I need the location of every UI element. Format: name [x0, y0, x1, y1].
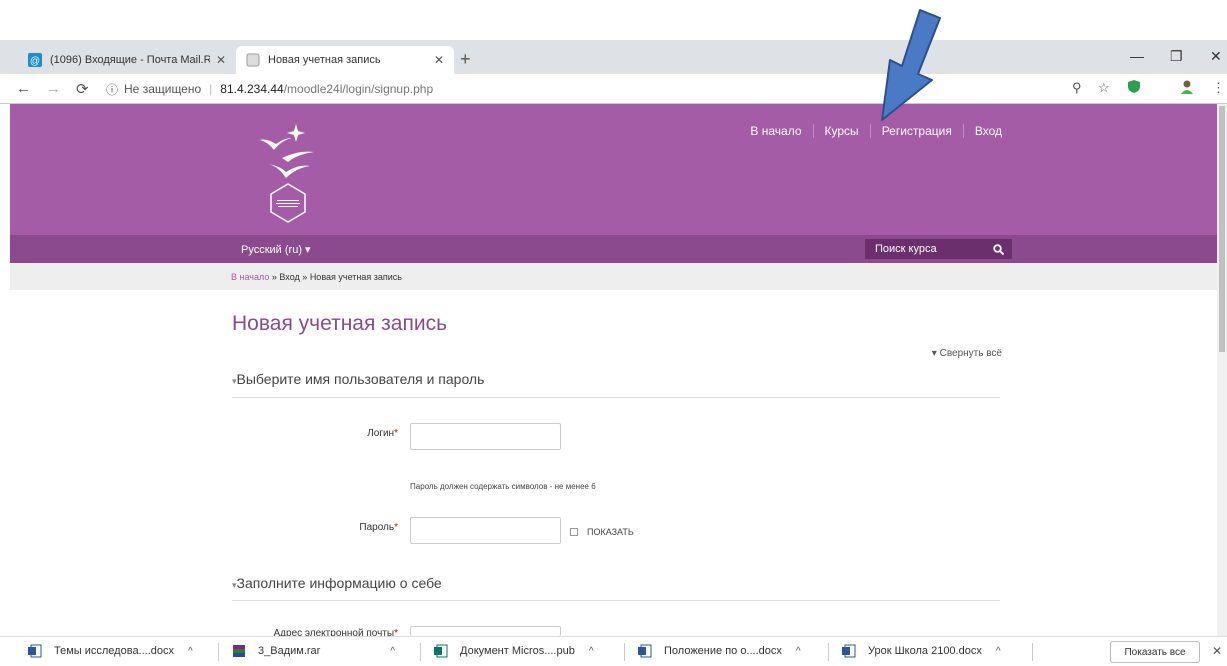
new-tab-button[interactable]: + — [460, 49, 471, 69]
download-item[interactable]: Темы исследова....docx ^ — [28, 644, 193, 658]
annotation-arrow-icon — [881, 9, 941, 121]
tab-mail[interactable]: @ (1096) Входящие - Почта Mail.R ✕ — [18, 46, 236, 74]
tab-title: Новая учетная запись — [268, 54, 381, 66]
download-item[interactable]: 3_Вадим.rar ^ — [232, 644, 395, 658]
download-divider — [624, 643, 625, 661]
breadcrumb-home[interactable]: В начало — [231, 272, 269, 282]
show-password-label: ПОКАЗАТЬ — [587, 527, 634, 537]
info-icon[interactable]: ⓘ — [106, 81, 118, 98]
download-filename: Положение по о....docx — [664, 645, 782, 657]
download-filename: Документ Micros....pub — [460, 645, 575, 657]
section-credentials-header[interactable]: ▾Выберите имя пользователя и пароль — [232, 371, 484, 387]
login-label: Логин* — [367, 428, 398, 439]
course-search-input[interactable]: Поиск курса — [865, 243, 984, 255]
site-logo — [260, 124, 314, 223]
section-profile-header[interactable]: ▾Заполните информацию о себе — [232, 575, 442, 591]
breadcrumb: В начало » Вход » Новая учетная запись — [10, 263, 1217, 290]
show-password-checkbox[interactable] — [570, 528, 578, 536]
section-divider — [232, 397, 1000, 398]
password-input[interactable] — [410, 517, 561, 544]
scrollbar-thumb[interactable] — [1219, 106, 1225, 352]
collapse-all-link[interactable]: ▾ Свернуть всё — [932, 348, 1002, 359]
restore-icon[interactable]: ❐ — [1170, 48, 1183, 65]
reload-icon[interactable]: ⟳ — [76, 80, 89, 98]
rar-archive-icon — [233, 645, 245, 657]
minimize-icon[interactable]: — — [1130, 48, 1144, 64]
chevron-up-icon[interactable]: ^ — [589, 646, 594, 657]
menu-courses[interactable]: Курсы — [825, 124, 859, 138]
bookmark-star-icon[interactable]: ☆ — [1098, 80, 1110, 96]
close-downloads-icon[interactable]: ✕ — [1212, 644, 1222, 658]
chevron-up-icon[interactable]: ^ — [996, 646, 1001, 657]
language-selector[interactable]: Русский (ru) ▾ — [241, 243, 311, 256]
page-scrollbar[interactable] — [1217, 104, 1227, 636]
section-title: Заполните информацию о себе — [236, 575, 442, 591]
word-doc-icon — [842, 644, 856, 658]
menu-login[interactable]: Вход — [975, 124, 1002, 138]
menu-divider — [812, 124, 814, 138]
download-filename: 3_Вадим.rar — [258, 645, 321, 657]
moodle-favicon-icon — [246, 53, 260, 67]
tab-signup[interactable]: Новая учетная запись ✕ — [236, 46, 454, 74]
profile-avatar-icon[interactable] — [1180, 80, 1194, 97]
password-label: Пароль* — [359, 522, 398, 533]
download-item[interactable]: Урок Школа 2100.docx ^ — [842, 644, 1001, 658]
url-divider: | — [209, 82, 213, 96]
menu-kebab-icon[interactable]: ⋮ — [1212, 80, 1225, 96]
zoom-icon[interactable]: ⚲ — [1072, 80, 1082, 96]
menu-divider — [869, 124, 871, 138]
download-filename: Темы исследова....docx — [54, 645, 175, 657]
downloads-bar: Темы исследова....docx ^ 3_Вадим.rar ^ Д… — [0, 636, 1227, 666]
word-doc-icon — [638, 644, 652, 658]
section-divider — [232, 600, 1000, 601]
url-path: /moodle24l/login/signup.php — [283, 82, 434, 96]
password-hint: Пароль должен содержать символов - не ме… — [410, 482, 596, 491]
forward-icon[interactable]: → — [46, 80, 61, 97]
chevron-up-icon[interactable]: ^ — [796, 646, 801, 657]
word-doc-icon — [28, 644, 42, 658]
download-filename: Урок Школа 2100.docx — [868, 645, 982, 657]
menu-register[interactable]: Регистрация — [882, 124, 952, 138]
browser-tab-strip: @ (1096) Входящие - Почта Mail.R ✕ Новая… — [0, 40, 1227, 74]
close-tab-icon[interactable]: ✕ — [216, 53, 226, 67]
download-item[interactable]: Положение по о....docx ^ — [638, 644, 801, 658]
breadcrumb-login[interactable]: Вход — [279, 272, 299, 282]
address-bar: ← → ⟳ ⓘ Не защищено | 81.4.234.44 /moodl… — [0, 74, 1227, 104]
breadcrumb-separator: » — [271, 272, 277, 282]
course-search[interactable]: Поиск курса — [865, 239, 1012, 259]
chevron-up-icon[interactable]: ^ — [390, 646, 395, 657]
menu-divider — [962, 124, 964, 138]
email-input[interactable] — [410, 626, 561, 636]
url-host: 81.4.234.44 — [220, 82, 284, 96]
top-menu: В начало Курсы Регистрация Вход — [750, 124, 1002, 138]
back-icon[interactable]: ← — [16, 80, 31, 97]
close-tab-icon[interactable]: ✕ — [434, 53, 444, 67]
breadcrumb-current: Новая учетная запись — [309, 272, 402, 282]
download-divider — [420, 643, 421, 661]
mail-favicon-icon: @ — [28, 53, 42, 67]
download-item[interactable]: Документ Micros....pub ^ — [434, 644, 594, 658]
download-divider — [218, 643, 219, 661]
breadcrumb-separator: » — [302, 272, 308, 282]
close-window-icon[interactable]: ✕ — [1210, 48, 1222, 65]
download-divider — [828, 643, 829, 661]
site-header: В начало Курсы Регистрация Вход — [10, 104, 1217, 235]
svg-text:@: @ — [30, 56, 40, 67]
chevron-up-icon[interactable]: ^ — [188, 646, 193, 657]
publisher-doc-icon — [434, 644, 448, 658]
login-input[interactable] — [410, 423, 561, 450]
language-bar: Русский (ru) ▾ Поиск курса — [10, 235, 1217, 263]
show-password-toggle[interactable]: ПОКАЗАТЬ — [570, 527, 634, 537]
tab-title: (1096) Входящие - Почта Mail.R — [50, 54, 210, 66]
download-divider — [1032, 643, 1033, 661]
menu-home[interactable]: В начало — [750, 124, 801, 138]
shield-extension-icon[interactable] — [1128, 80, 1140, 96]
search-icon[interactable] — [984, 239, 1012, 259]
page-title: Новая учетная запись — [232, 312, 448, 335]
section-title: Выберите имя пользователя и пароль — [236, 371, 485, 387]
security-status: Не защищено — [124, 82, 202, 96]
show-all-downloads-button[interactable]: Показать все — [1110, 641, 1200, 663]
